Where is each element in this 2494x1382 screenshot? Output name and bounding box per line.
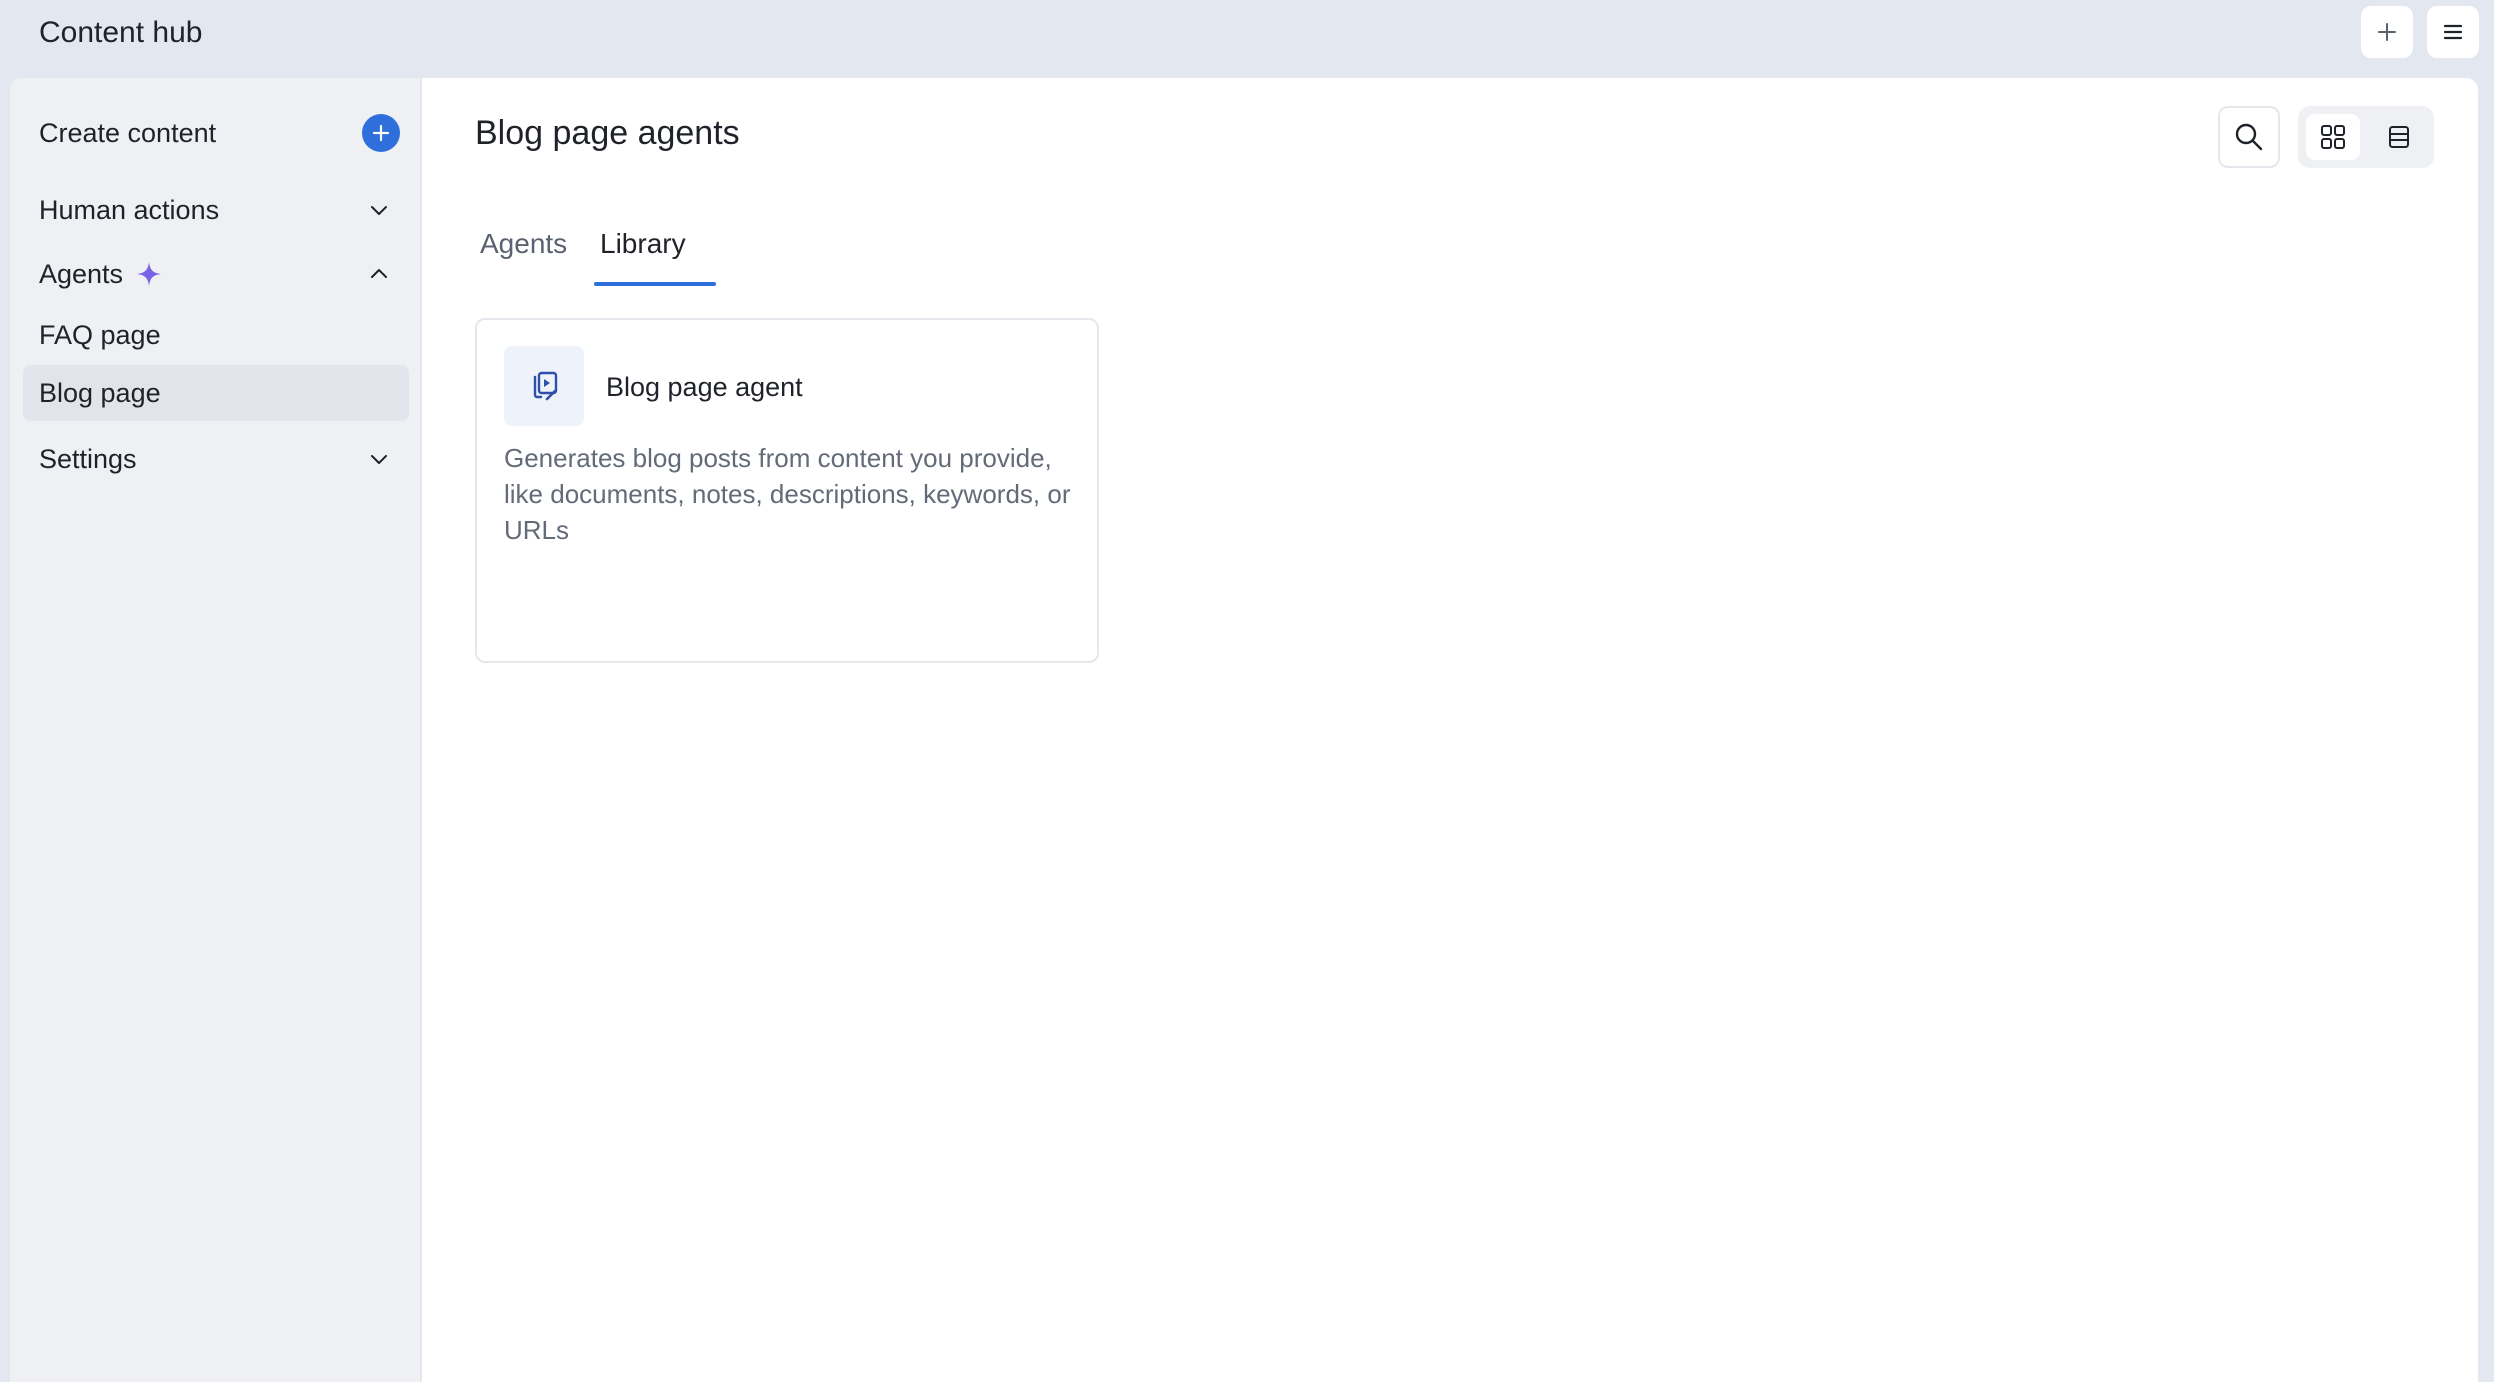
search-icon: [2235, 123, 2263, 151]
app-shell: Create content Human actions Agents FAQ …: [10, 78, 2478, 1382]
menu-button[interactable]: [2427, 6, 2479, 58]
sidebar-item-settings[interactable]: Settings: [10, 431, 422, 487]
chevron-down-icon: [365, 445, 393, 473]
sidebar-item-human-actions[interactable]: Human actions: [10, 182, 422, 238]
sidebar-item-label: Human actions: [39, 194, 220, 225]
new-tab-button[interactable]: [2361, 6, 2413, 58]
sidebar-item-create-content[interactable]: Create content: [10, 105, 422, 161]
sidebar-item-label: Blog page: [39, 377, 161, 408]
sparkle-icon: [137, 262, 161, 286]
grid-view-button[interactable]: [2306, 114, 2360, 160]
plus-icon: [372, 124, 390, 142]
view-toggle: [2298, 106, 2434, 168]
tab-library[interactable]: Library: [600, 228, 686, 288]
top-bar: Content hub: [0, 0, 2494, 78]
search-button[interactable]: [2218, 106, 2280, 168]
sidebar-item-agents[interactable]: Agents: [10, 246, 422, 302]
hamburger-menu-icon: [2443, 24, 2463, 40]
sidebar-item-faq-page[interactable]: FAQ page: [23, 307, 409, 363]
sidebar-item-label: FAQ page: [39, 319, 161, 350]
sidebar-item-label: Settings: [39, 443, 137, 474]
grid-icon: [2321, 125, 2345, 149]
sidebar-item-label: Agents: [39, 258, 124, 289]
chevron-up-icon: [365, 260, 393, 288]
chevron-down-icon: [365, 196, 393, 224]
page-title: Blog page agents: [475, 114, 740, 152]
plus-icon: [2378, 23, 2396, 41]
create-content-button[interactable]: [362, 114, 400, 152]
card-title: Blog page agent: [606, 372, 803, 402]
card-description: Generates blog posts from content you pr…: [504, 443, 1071, 545]
list-view-icon: [2389, 126, 2409, 148]
agent-card[interactable]: Blog page agent Generates blog posts fro…: [475, 318, 1099, 663]
main-content: Blog page agents Agents Library Blog pag…: [422, 78, 2478, 1382]
app-title: Content hub: [39, 16, 203, 49]
sidebar-item-blog-page[interactable]: Blog page: [23, 365, 409, 421]
sidebar-item-label: Create content: [39, 117, 217, 148]
list-view-button[interactable]: [2372, 114, 2426, 160]
active-tab-indicator: [594, 282, 716, 286]
sidebar: Create content Human actions Agents FAQ …: [10, 78, 422, 1382]
tab-agents[interactable]: Agents: [480, 228, 567, 288]
blog-agent-icon: [504, 346, 584, 426]
